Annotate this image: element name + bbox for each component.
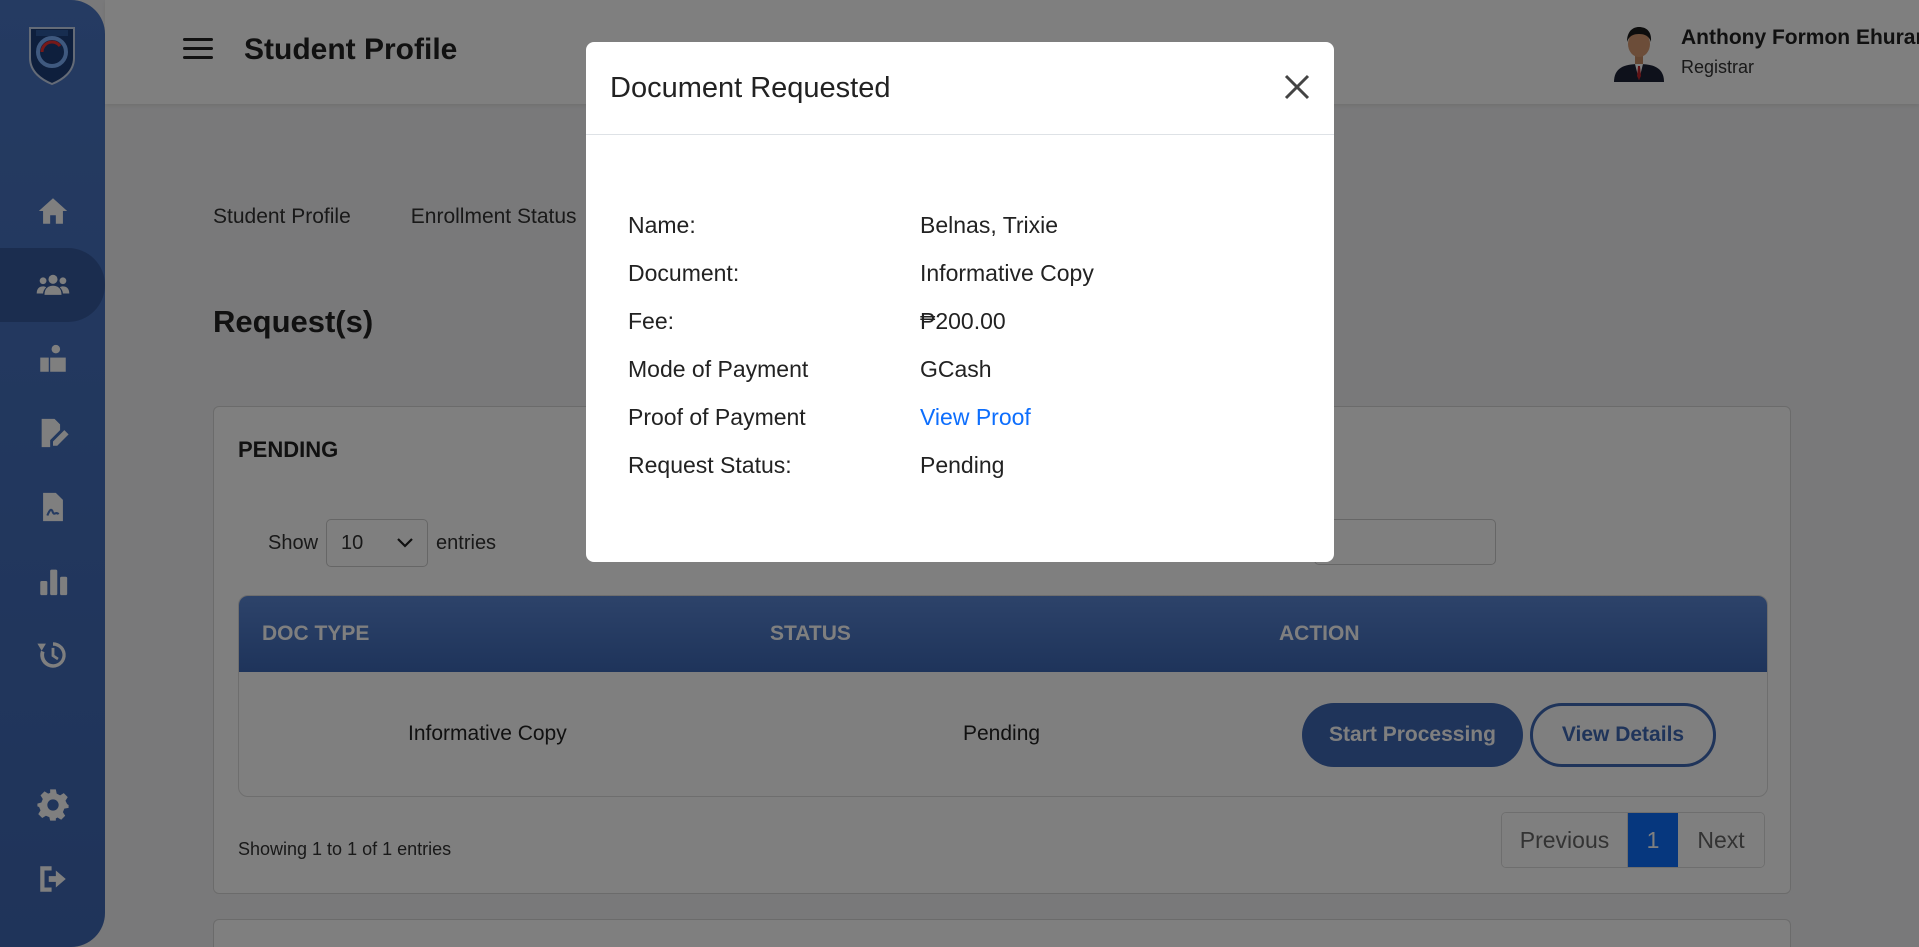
modal-header: Document Requested — [586, 42, 1334, 135]
detail-value: Pending — [920, 452, 1005, 478]
document-requested-modal: Document Requested Name: Belnas, Trixie … — [586, 42, 1334, 562]
detail-value: Informative Copy — [920, 260, 1094, 286]
close-icon — [1284, 74, 1310, 100]
modal-title: Document Requested — [610, 72, 891, 104]
detail-value: GCash — [920, 356, 992, 382]
detail-label: Name: — [628, 212, 696, 238]
detail-value: ₱200.00 — [920, 308, 1006, 334]
detail-label: Proof of Payment — [628, 404, 806, 430]
close-button[interactable] — [1281, 71, 1313, 103]
detail-value: Belnas, Trixie — [920, 212, 1059, 238]
detail-label: Mode of Payment — [628, 356, 809, 382]
view-proof-link[interactable]: View Proof — [920, 404, 1031, 431]
detail-label: Request Status: — [628, 452, 792, 478]
detail-label: Fee: — [628, 308, 675, 334]
detail-label: Document: — [628, 260, 740, 286]
